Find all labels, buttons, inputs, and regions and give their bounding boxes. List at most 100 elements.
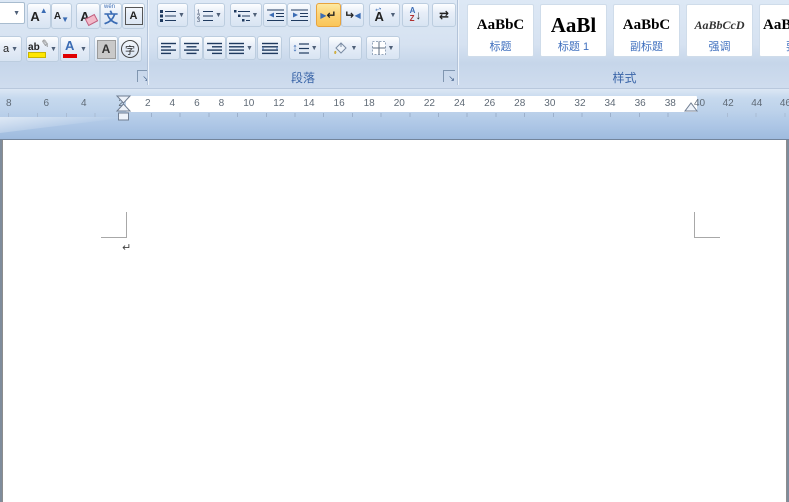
word-window: ▼ A ▲ A ▼ A wén 文 A a ▼ ab ✎ ▼ A ▼ A 字 ↘… — [0, 0, 789, 502]
show-hide-marks-icon: ⇄ — [438, 8, 450, 22]
shrink-font-button[interactable]: A ▼ — [51, 3, 72, 29]
left-to-right-text-button[interactable]: ▶ ↵ — [316, 3, 341, 27]
align-right-icon — [207, 42, 222, 54]
group-separator — [457, 0, 459, 85]
font-color-button[interactable]: A ▼ — [60, 36, 90, 62]
style-name: 副标题 — [630, 41, 663, 53]
character-shading-button[interactable]: A — [94, 36, 118, 62]
style-name: 强调 — [708, 41, 731, 53]
align-right-button[interactable] — [203, 36, 226, 60]
align-center-button[interactable] — [180, 36, 203, 60]
document-page[interactable]: ↵ — [2, 140, 787, 502]
hanging-indent-marker — [115, 103, 132, 112]
ruler-ticks-left — [8, 113, 98, 117]
phonetic-guide-button[interactable]: wén 文 — [100, 3, 122, 29]
distribute-button[interactable] — [257, 36, 282, 60]
ruler-ticks-right — [727, 113, 789, 117]
justify-icon — [229, 42, 245, 54]
grow-font-icon: A — [30, 8, 40, 24]
asian-layout-button[interactable]: ↔ A ▼ — [369, 1, 400, 27]
style-preview-text: AaBbC — [622, 17, 671, 33]
clear-formatting-button[interactable]: A — [76, 3, 100, 29]
text-boundary-corner-left — [101, 212, 127, 238]
borders-icon — [371, 41, 386, 55]
change-case-button[interactable]: a ▼ — [0, 36, 22, 62]
svg-text:3: 3 — [197, 18, 200, 22]
style-item-cutoff[interactable]: AaBbC 要 — [759, 4, 789, 57]
style-preview-text: AaBbCcD — [694, 18, 745, 32]
numbering-button[interactable]: 123 ▼ — [194, 3, 225, 27]
bullets-icon — [160, 9, 177, 22]
chevron-down-icon: ▼ — [246, 44, 253, 52]
text-boundary-corner-right — [694, 212, 720, 238]
style-item-emphasis[interactable]: AaBbCcD 强调 — [686, 4, 753, 57]
pen-icon: ✎ — [39, 38, 50, 51]
paragraph-group-label: 段落 — [290, 71, 315, 85]
highlight-color-bar — [28, 52, 47, 58]
align-left-icon — [161, 42, 176, 54]
increase-indent-button[interactable] — [287, 3, 311, 27]
right-indent-marker[interactable] — [684, 101, 699, 113]
chevron-down-icon: ▼ — [178, 11, 185, 19]
chevron-down-icon: ▼ — [80, 45, 87, 53]
horizontal-ruler[interactable]: 8642 2 4 6 8 10 12 14 16 18 20 22 24 26 28 30 32 34 36 38 … — [0, 89, 789, 140]
text-highlight-button[interactable]: ab ✎ ▼ — [26, 36, 59, 62]
font-color-icon: A — [63, 39, 78, 58]
paint-bucket-icon — [333, 42, 347, 55]
font-size-combo[interactable]: ▼ — [0, 2, 25, 24]
sort-button[interactable]: A Z ↓ — [402, 3, 429, 27]
down-arrow-icon: ▼ — [61, 15, 70, 24]
increase-indent-icon — [290, 9, 308, 21]
ruler-right-margin-numbers: 40 42 44 46 — [694, 98, 789, 109]
justify-button[interactable]: ▼ — [226, 36, 256, 60]
decrease-indent-icon — [266, 9, 284, 21]
borders-button[interactable]: ▼ — [366, 36, 400, 60]
style-item-title[interactable]: AaBbC 标题 — [467, 4, 534, 57]
chevron-down-icon: ▼ — [387, 44, 395, 52]
chevron-down-icon: ▼ — [50, 45, 57, 53]
left-to-right-icon: ▶ ↵ — [320, 8, 337, 22]
style-preview-text: AaBbC — [476, 17, 525, 33]
show-hide-marks-button[interactable]: ⇄ — [432, 3, 456, 27]
style-item-heading1[interactable]: AaBl 标题 1 — [540, 4, 607, 57]
styles-group-label: 样式 — [612, 71, 637, 85]
right-to-left-text-button[interactable]: ↵ ◀ — [341, 3, 364, 27]
pinyin-ruby-text: wén — [104, 4, 116, 10]
ruler-ticks-center — [151, 113, 673, 117]
grow-font-button[interactable]: A ▲ — [27, 3, 51, 29]
asian-layout-icon: ↔ A — [371, 1, 384, 24]
style-preview-text: AaBbC — [763, 17, 789, 33]
line-spacing-icon — [298, 42, 309, 54]
style-name: 标题 1 — [557, 41, 590, 53]
right-to-left-icon: ↵ ◀ — [344, 8, 361, 22]
enclose-characters-icon: 字 — [121, 40, 139, 58]
group-separator — [147, 0, 149, 85]
align-left-button[interactable] — [157, 36, 180, 60]
character-shading-icon: A — [96, 39, 116, 59]
line-spacing-button[interactable]: ↕ ▼ — [289, 36, 321, 60]
decrease-indent-button[interactable] — [263, 3, 287, 27]
sort-icon: A Z ↓ — [409, 6, 422, 23]
style-preview-text: AaBl — [550, 13, 597, 37]
multilevel-list-icon — [233, 9, 250, 21]
paragraph-mark: ↵ — [122, 242, 132, 254]
style-item-subtitle[interactable]: AaBbC 副标题 — [613, 4, 680, 57]
multilevel-list-button[interactable]: ▼ — [230, 3, 262, 27]
character-border-icon: A — [124, 7, 143, 25]
ruler-text-area-numbers: 2 4 6 8 10 12 14 16 18 20 22 24 26 28 30 32 34 36 38 — [145, 98, 676, 109]
character-border-button[interactable]: A — [122, 3, 145, 29]
style-name: 要 — [760, 38, 789, 56]
chevron-down-icon: ▼ — [310, 44, 318, 52]
font-color-bar — [63, 54, 78, 58]
align-center-icon — [184, 42, 199, 54]
style-name: 标题 — [489, 41, 512, 53]
phonetic-guide-icon: 文 — [104, 9, 118, 26]
window-corner-highlight — [0, 117, 130, 133]
shrink-font-icon: A — [53, 10, 62, 22]
shading-button[interactable]: ▼ — [328, 36, 362, 60]
chevron-down-icon: ▼ — [251, 11, 259, 19]
paragraph-dialog-launcher[interactable]: ↘ — [443, 70, 455, 83]
enclose-characters-button[interactable]: 字 — [118, 36, 142, 62]
bullets-button[interactable]: ▼ — [157, 3, 188, 27]
text-highlight-icon: ab ✎ — [28, 38, 50, 58]
